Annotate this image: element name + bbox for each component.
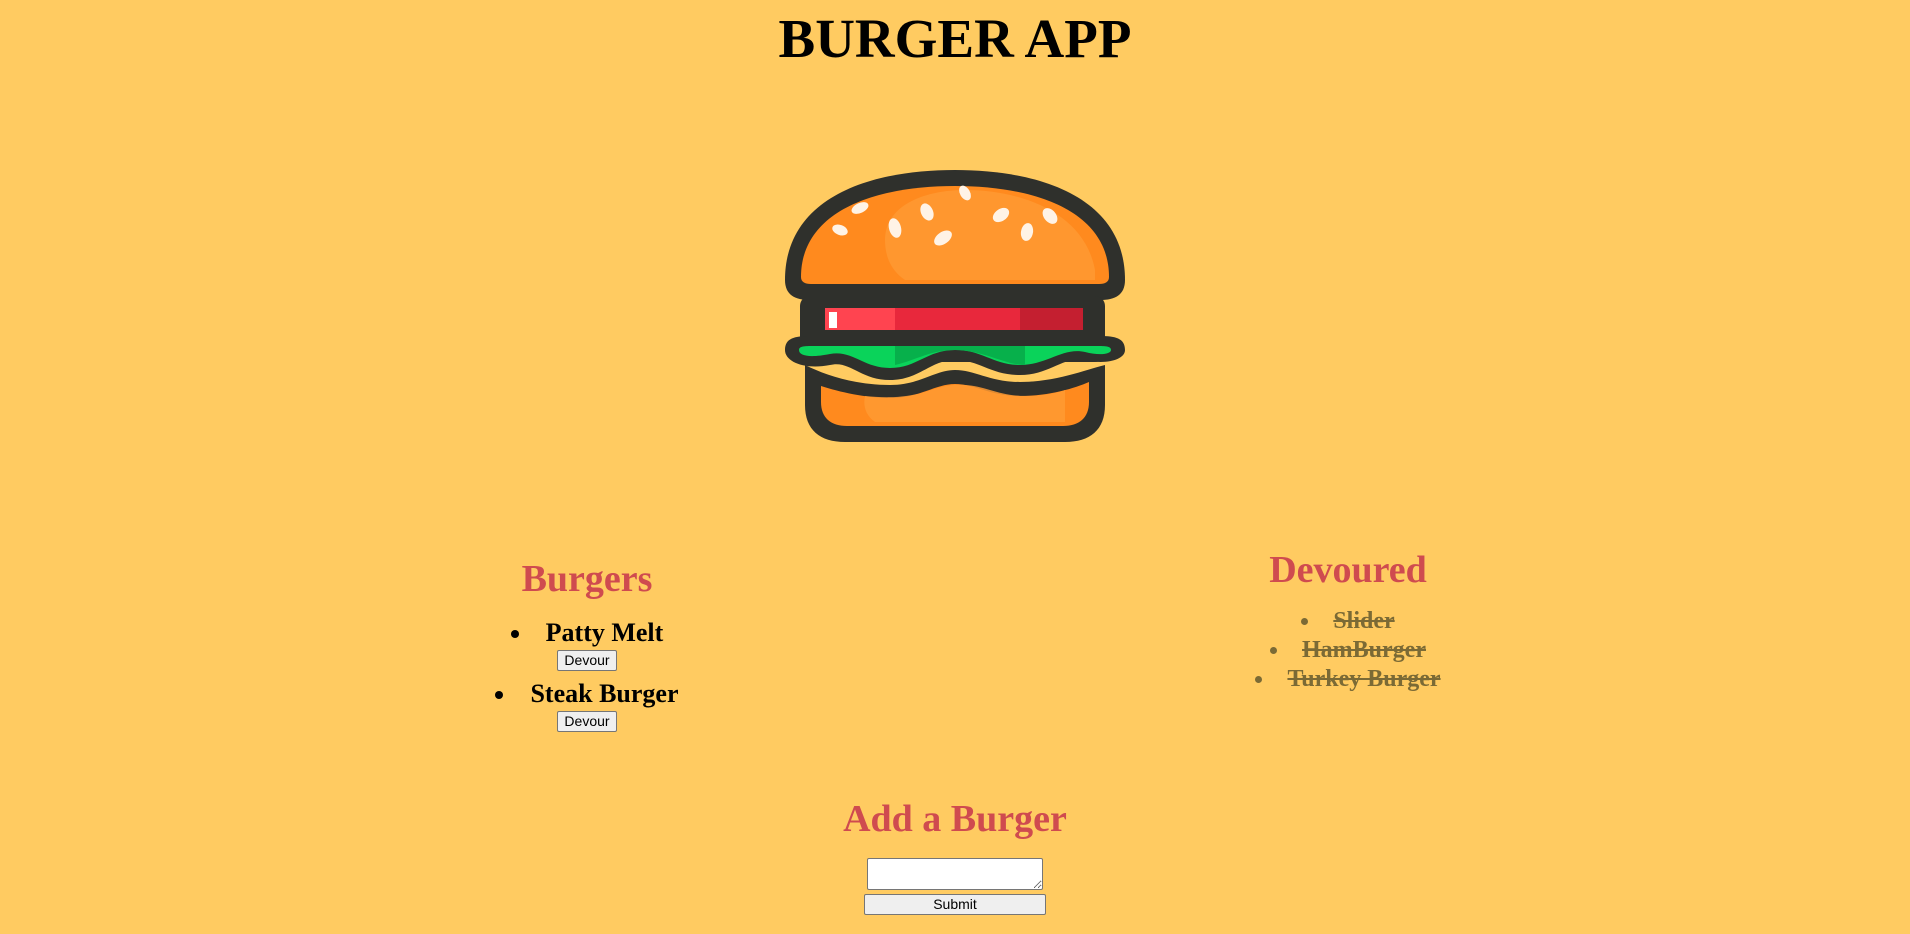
burger-app-page: BURGER APP Burgers P bbox=[0, 0, 1910, 934]
list-item: Turkey Burger bbox=[1198, 665, 1498, 694]
submit-button[interactable]: Submit bbox=[864, 894, 1046, 915]
devour-button[interactable]: Devour bbox=[557, 711, 617, 732]
list-item: Patty Melt Devour bbox=[487, 618, 687, 671]
burger-icon bbox=[785, 170, 1125, 442]
burgers-list: Patty Melt Devour Steak Burger Devour bbox=[487, 618, 687, 732]
app-title: BURGER APP bbox=[778, 8, 1132, 69]
list-item: HamBurger bbox=[1198, 636, 1498, 665]
list-item: Steak Burger Devour bbox=[487, 679, 687, 732]
devoured-heading: Devoured bbox=[1269, 549, 1427, 591]
add-burger-heading: Add a Burger bbox=[843, 798, 1067, 840]
devour-button[interactable]: Devour bbox=[557, 650, 617, 671]
devoured-column: Devoured Slider HamBurger Turkey Burger bbox=[1198, 543, 1498, 694]
burger-name: Steak Burger bbox=[530, 679, 679, 708]
burgers-heading: Burgers bbox=[521, 558, 653, 600]
list-item: Slider bbox=[1198, 607, 1498, 636]
burgers-column: Burgers Patty Melt Devour Steak Burger D… bbox=[487, 552, 687, 740]
devoured-list: Slider HamBurger Turkey Burger bbox=[1198, 607, 1498, 694]
add-burger-section: Add a Burger Submit bbox=[0, 792, 1910, 915]
burger-name-input[interactable] bbox=[867, 858, 1043, 890]
burger-name: Patty Melt bbox=[545, 618, 664, 647]
add-burger-form: Submit bbox=[0, 858, 1910, 915]
